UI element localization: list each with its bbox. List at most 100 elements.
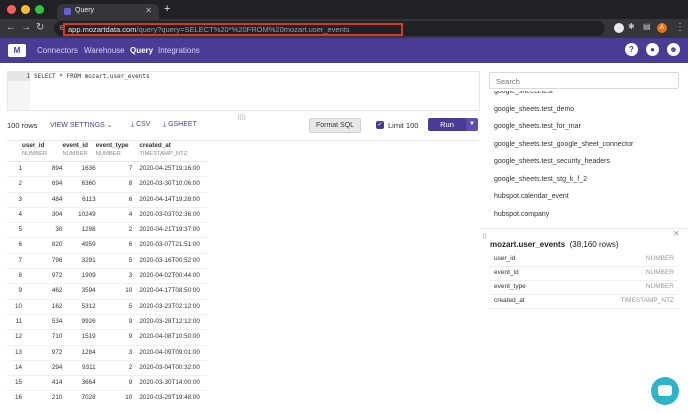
- gsheet-download-button[interactable]: ⤓ GSHEET: [163, 121, 197, 129]
- table-cell[interactable]: 3594: [62, 284, 96, 299]
- table-cell[interactable]: 10: [96, 284, 132, 299]
- table-cell[interactable]: 2020-04-08T10:50:00: [132, 330, 207, 345]
- table-row[interactable]: 15 414 3664 9 2020-03-30T14:00:00: [7, 376, 207, 391]
- table-row[interactable]: 1 894 1636 7 2020-04-25T19:16:00: [7, 162, 207, 177]
- nav-query[interactable]: Query: [130, 46, 153, 55]
- tab-close-icon[interactable]: ✕: [145, 6, 152, 15]
- table-cell[interactable]: 2: [96, 360, 133, 375]
- side-panel-icon[interactable]: ▤: [643, 22, 651, 31]
- minimize-window-icon[interactable]: [21, 5, 30, 14]
- table-row[interactable]: 6 820 4959 6 2020-03-07T21:51:00: [7, 238, 207, 254]
- table-list-item[interactable]: hubspot.calendar_event: [494, 193, 569, 200]
- table-list-item[interactable]: google_sheets.test_security_headers: [494, 158, 610, 165]
- password-manager-icon[interactable]: [614, 23, 624, 33]
- table-cell[interactable]: 462: [22, 284, 63, 299]
- table-cell[interactable]: 694: [22, 177, 63, 192]
- back-icon[interactable]: ←: [6, 22, 16, 33]
- new-tab-button[interactable]: +: [164, 3, 170, 15]
- table-cell[interactable]: 5: [96, 253, 133, 268]
- table-cell[interactable]: 7028: [62, 391, 96, 406]
- url-text[interactable]: app.mozartdata.com/query?query=SELECT%20…: [63, 23, 403, 36]
- forward-icon[interactable]: →: [21, 22, 31, 33]
- results-table-container[interactable]: user_id event_id event_type created_at N…: [7, 140, 478, 406]
- table-cell[interactable]: 5: [96, 299, 133, 314]
- maximize-window-icon[interactable]: [35, 5, 44, 14]
- table-cell[interactable]: 6: [96, 192, 133, 207]
- table-cell[interactable]: 6360: [62, 177, 96, 192]
- table-cell[interactable]: 3664: [62, 376, 96, 391]
- detail-column-row[interactable]: created_at TIMESTAMP_NTZ: [490, 294, 678, 309]
- table-cell[interactable]: 6: [96, 238, 133, 253]
- reload-icon[interactable]: ↻: [36, 22, 44, 33]
- detail-column-row[interactable]: event_type NUMBER: [490, 280, 678, 295]
- table-cell[interactable]: 3: [96, 269, 133, 284]
- table-search-box[interactable]: [489, 72, 679, 89]
- table-cell[interactable]: 2020-04-02T00:44:00: [132, 269, 207, 284]
- table-cell[interactable]: 2020-03-07T21:51:00: [132, 238, 207, 253]
- table-cell[interactable]: 2020-04-21T19:37:00: [132, 223, 207, 238]
- table-cell[interactable]: 8: [96, 177, 133, 192]
- sql-editor[interactable]: 1 SELECT * FROM mozart.user_events: [7, 71, 480, 111]
- csv-download-button[interactable]: ⤓ CSV: [131, 121, 150, 129]
- nav-connectors[interactable]: Connectors: [37, 46, 78, 55]
- view-settings-button[interactable]: VIEW SETTINGS ⌄: [50, 121, 113, 129]
- help-icon[interactable]: ?: [625, 43, 638, 56]
- table-cell[interactable]: 2: [96, 223, 133, 238]
- table-cell[interactable]: 2020-03-16T00:52:00: [132, 253, 207, 268]
- table-cell[interactable]: 210: [22, 391, 63, 406]
- detail-column-row[interactable]: user_id NUMBER: [490, 252, 678, 267]
- table-cell[interactable]: 2020-04-09T09:01:00: [132, 345, 207, 360]
- table-row[interactable]: 7 796 3291 5 2020-03-16T00:52:00: [7, 253, 207, 269]
- table-cell[interactable]: 2020-03-03T02:36:00: [132, 207, 207, 222]
- table-list-item[interactable]: google_sheets.test: [494, 91, 553, 95]
- table-cell[interactable]: 2020-03-30T10:06:00: [132, 177, 207, 192]
- chat-support-button[interactable]: [651, 377, 679, 405]
- table-cell[interactable]: 5312: [62, 299, 96, 314]
- resize-handle-icon[interactable]: ⠿⠿: [237, 114, 246, 122]
- table-cell[interactable]: 2020-04-17T08:50:00: [132, 284, 207, 299]
- table-cell[interactable]: 4959: [62, 238, 96, 253]
- table-row[interactable]: 9 462 3594 10 2020-04-17T08:50:00: [7, 284, 207, 300]
- table-cell[interactable]: 2020-03-29T19:48:00: [132, 391, 207, 406]
- table-cell[interactable]: 2020-03-30T14:00:00: [132, 376, 207, 391]
- table-cell[interactable]: 2020-04-25T19:16:00: [132, 162, 207, 177]
- close-window-icon[interactable]: [7, 5, 16, 14]
- table-cell[interactable]: 6113: [62, 192, 96, 207]
- mozart-logo[interactable]: M: [8, 44, 26, 57]
- table-cell[interactable]: 3291: [62, 253, 96, 268]
- column-header[interactable]: event_type: [96, 141, 133, 150]
- table-row[interactable]: 3 484 6113 6 2020-04-14T19:28:00: [7, 192, 207, 208]
- browser-tab[interactable]: Query ✕: [57, 4, 159, 19]
- table-cell[interactable]: 294: [22, 360, 63, 375]
- extensions-icon[interactable]: ✱: [628, 22, 635, 31]
- drag-handle-icon[interactable]: ⠿: [482, 233, 487, 241]
- table-cell[interactable]: 3: [96, 345, 133, 360]
- table-row[interactable]: 13 972 1284 3 2020-04-09T09:01:00: [7, 345, 207, 361]
- table-cell[interactable]: 534: [22, 314, 63, 329]
- table-list-item[interactable]: google_sheets.test_for_mar: [494, 123, 581, 130]
- detail-column-row[interactable]: event_id NUMBER: [490, 266, 678, 281]
- table-cell[interactable]: 9926: [62, 314, 96, 329]
- table-cell[interactable]: 484: [22, 192, 63, 207]
- table-row[interactable]: 8 972 1909 3 2020-04-02T00:44:00: [7, 269, 207, 284]
- close-detail-icon[interactable]: ✕: [673, 229, 680, 238]
- run-options-chevron-icon[interactable]: ▼: [466, 118, 478, 131]
- browser-menu-icon[interactable]: ⋮: [675, 22, 685, 33]
- nav-warehouse[interactable]: Warehouse: [84, 46, 125, 55]
- table-cell[interactable]: 414: [22, 376, 63, 391]
- table-list-item[interactable]: google_sheets.test_google_sheet_connecto…: [494, 141, 633, 148]
- table-cell[interactable]: 2020-03-28T12:12:00: [132, 314, 207, 329]
- table-cell[interactable]: 9: [96, 376, 133, 391]
- format-sql-button[interactable]: Format SQL: [309, 118, 361, 133]
- table-cell[interactable]: 1636: [62, 162, 96, 177]
- table-row[interactable]: 11 534 9926 9 2020-03-28T12:12:00: [7, 314, 207, 330]
- table-cell[interactable]: 820: [22, 238, 63, 253]
- table-cell[interactable]: 4: [96, 207, 133, 222]
- table-cell[interactable]: 972: [22, 269, 63, 284]
- sql-code[interactable]: SELECT * FROM mozart.user_events: [30, 72, 150, 81]
- table-row[interactable]: 5 30 1298 2 2020-04-21T19:37:00: [7, 223, 207, 238]
- table-cell[interactable]: 710: [22, 330, 63, 345]
- table-cell[interactable]: 2020-03-23T02:12:00: [132, 299, 207, 314]
- table-list-item[interactable]: google_sheets.test_stg_k_f_2: [494, 176, 587, 183]
- column-header[interactable]: user_id: [22, 141, 62, 150]
